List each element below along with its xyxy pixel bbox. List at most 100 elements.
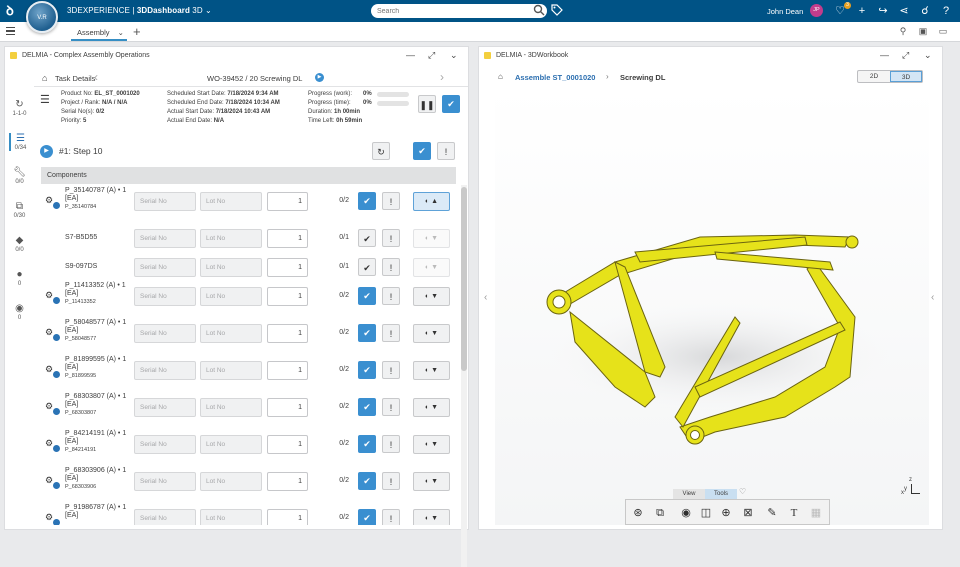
issue-button[interactable]: ! — [382, 361, 400, 379]
part-add-icon[interactable]: ⚙ — [45, 290, 61, 305]
axis-compass[interactable]: z y x — [901, 477, 921, 499]
refresh-step-button[interactable]: ↻ — [372, 142, 390, 160]
report-issue-button[interactable]: ! — [437, 142, 455, 160]
serial-no-field[interactable]: Serial No — [134, 192, 196, 211]
lot-no-field[interactable]: Lot No — [200, 435, 262, 454]
mode-2d-button[interactable]: 2D — [858, 71, 890, 82]
serial-no-field[interactable]: Serial No — [134, 398, 196, 417]
issue-button[interactable]: ! — [382, 324, 400, 342]
chevron-down-icon[interactable]: ⌄ — [450, 50, 458, 61]
nav-item-history[interactable]: ↻ 1-1-0 — [9, 99, 30, 117]
confirm-button[interactable]: ✔ — [358, 398, 376, 416]
confirm-button[interactable]: ✔ — [358, 324, 376, 342]
issue-button[interactable]: ! — [382, 229, 400, 247]
lot-no-field[interactable]: Lot No — [200, 361, 262, 380]
nav-item-steps[interactable]: ☰ 0/34 — [9, 133, 30, 151]
part-add-icon[interactable]: ⚙ — [45, 195, 61, 210]
quantity-field[interactable]: 1 — [267, 435, 308, 454]
serial-no-field[interactable]: Serial No — [134, 287, 196, 306]
maximize-icon[interactable]: ⤢ — [902, 50, 909, 61]
breadcrumb[interactable]: Task Details — [55, 74, 95, 83]
collapse-left-icon[interactable]: ‹ — [484, 292, 487, 303]
zoom-icon[interactable]: ⊕ — [718, 505, 734, 521]
search-people-icon[interactable]: ⚲ — [896, 26, 910, 38]
nav-item-tools[interactable]: 🔧︎ 0/0 — [9, 167, 30, 185]
grid-icon[interactable]: ▦ — [808, 505, 824, 521]
chevron-down-icon[interactable]: ⌄ — [924, 50, 932, 61]
quantity-field[interactable]: 1 — [267, 258, 308, 277]
confirm-button[interactable]: ✔ — [358, 192, 376, 210]
home-icon[interactable]: ⌂ — [42, 73, 47, 83]
minimize-icon[interactable]: — — [406, 50, 415, 60]
issue-button[interactable]: ! — [382, 435, 400, 453]
avatar[interactable]: JP — [810, 4, 823, 17]
issue-button[interactable]: ! — [382, 192, 400, 210]
maximize-icon[interactable]: ⤢ — [428, 50, 435, 61]
lot-no-field[interactable]: Lot No — [200, 398, 262, 417]
minimize-icon[interactable]: — — [880, 50, 889, 60]
quantity-field[interactable]: 1 — [267, 287, 308, 306]
scrollbar-thumb[interactable] — [461, 187, 467, 371]
quantity-field[interactable]: 1 — [267, 398, 308, 417]
nav-item-components[interactable]: ⧉ 0/30 — [9, 201, 30, 219]
quantity-field[interactable]: 1 — [267, 192, 308, 211]
view-dropdown[interactable]: ◐ ▼ — [413, 509, 450, 525]
view-dropdown[interactable]: ◐ ▼ — [413, 258, 450, 277]
confirm-button[interactable]: ✔ — [358, 509, 376, 525]
lot-no-field[interactable]: Lot No — [200, 258, 262, 277]
chevron-left-icon[interactable]: ‹ — [94, 70, 98, 84]
compass-logo[interactable]: V.R — [26, 1, 58, 33]
part-add-icon[interactable]: ⚙ — [45, 401, 61, 416]
part-add-icon[interactable]: ⚙ — [45, 327, 61, 342]
serial-no-field[interactable]: Serial No — [134, 435, 196, 454]
3d-viewer[interactable]: z y x View Tools ♡ ⊛ ⧉ ◉ ◫ ⊕ ⊠ ✎ T ▦ — [495, 87, 929, 525]
collapse-toolbar-icon[interactable]: ♡ — [739, 487, 746, 496]
help-icon[interactable]: ? — [939, 4, 953, 18]
ds-logo-icon[interactable]: ꝺ — [6, 3, 22, 19]
lot-no-field[interactable]: Lot No — [200, 324, 262, 343]
serial-no-field[interactable]: Serial No — [134, 509, 196, 525]
community-icon[interactable]: ☌ — [918, 4, 932, 18]
quantity-field[interactable]: 1 — [267, 509, 308, 525]
tag-icon[interactable] — [551, 4, 563, 16]
eye-icon[interactable]: ◉ — [678, 505, 694, 521]
measure-icon[interactable]: ⊠ — [740, 505, 756, 521]
view-dropdown[interactable]: ◐ ▼ — [413, 287, 450, 306]
chevron-right-icon[interactable]: › — [440, 70, 444, 84]
share-icon[interactable]: ↪ — [876, 4, 890, 18]
assembly-model[interactable] — [495, 87, 929, 487]
details-icon[interactable]: ☰ — [40, 93, 50, 106]
complete-step-button[interactable]: ✔ — [413, 142, 431, 160]
part-add-icon[interactable]: ⚙ — [45, 364, 61, 379]
section-icon[interactable]: ◫ — [698, 505, 714, 521]
collapse-right-icon[interactable]: ‹ — [931, 292, 934, 303]
part-add-icon[interactable]: ⚙ — [45, 512, 61, 525]
select-icon[interactable]: ⧉ — [652, 505, 668, 521]
nav-item-tags[interactable]: ◆ 0/0 — [9, 235, 30, 253]
pen-icon[interactable]: ✎ — [764, 505, 780, 521]
home-icon[interactable]: ⌂ — [498, 72, 503, 81]
network-icon[interactable]: ⋖ — [897, 4, 911, 18]
video-icon[interactable]: ▭ — [936, 26, 950, 38]
mode-3d-button[interactable]: 3D — [890, 71, 922, 82]
app-title[interactable]: 3DEXPERIENCE | 3DDashboard 3D ⌄ — [67, 6, 212, 15]
lot-no-field[interactable]: Lot No — [200, 472, 262, 491]
view-dropdown[interactable]: ◐ ▼ — [413, 435, 450, 454]
nav-item-comments[interactable]: ◉ 0 — [9, 303, 30, 321]
text-annotation-icon[interactable]: T — [786, 505, 802, 521]
tab-tools[interactable]: Tools — [705, 489, 737, 499]
quantity-field[interactable]: 1 — [267, 472, 308, 491]
quantity-field[interactable]: 1 — [267, 324, 308, 343]
confirm-button[interactable]: ✔ — [358, 435, 376, 453]
tab-assembly[interactable]: Assembly ⌄ — [71, 24, 127, 41]
nav-item-issues[interactable]: ● 0 — [9, 269, 30, 287]
confirm-button[interactable]: ✔ — [358, 229, 376, 247]
lot-no-field[interactable]: Lot No — [200, 229, 262, 248]
quantity-field[interactable]: 1 — [267, 361, 308, 380]
add-icon[interactable]: + — [855, 4, 869, 18]
issue-button[interactable]: ! — [382, 258, 400, 276]
issue-button[interactable]: ! — [382, 509, 400, 525]
serial-no-field[interactable]: Serial No — [134, 229, 196, 248]
view-dropdown[interactable]: ◐ ▼ — [413, 361, 450, 380]
view-dropdown[interactable]: ◐ ▼ — [413, 229, 450, 248]
